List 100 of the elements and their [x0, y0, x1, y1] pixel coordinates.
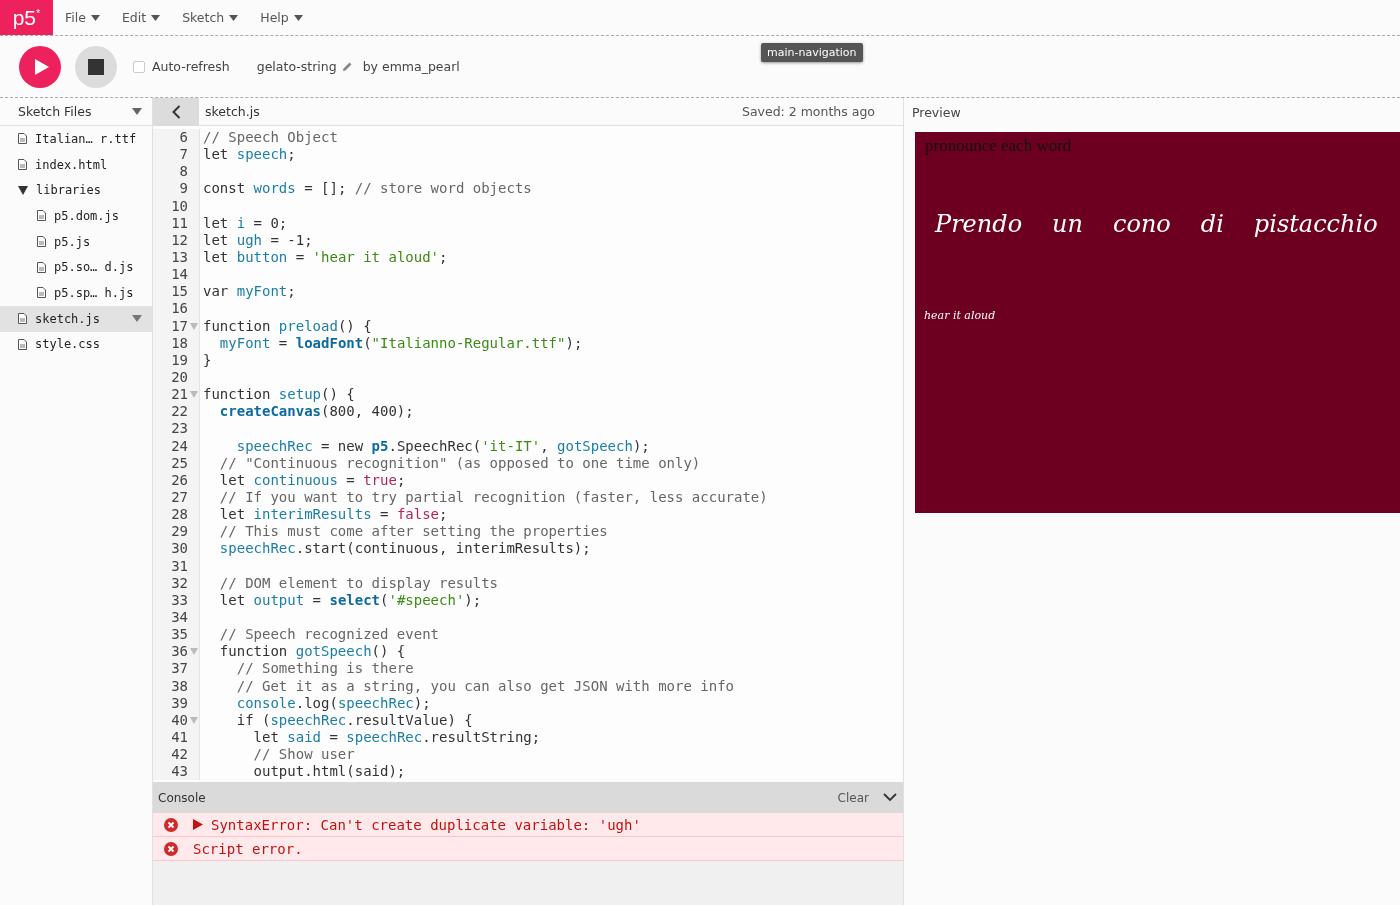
- line-number: 12: [171, 231, 188, 249]
- code-line: function setup() {: [203, 386, 355, 403]
- pencil-icon[interactable]: [341, 61, 353, 72]
- line-number: 39: [171, 694, 188, 712]
- stop-icon: [88, 58, 104, 75]
- line-number: 26: [171, 471, 188, 489]
- error-icon: [164, 841, 178, 856]
- sidebar-item[interactable]: libraries: [0, 177, 152, 204]
- line-number: 19: [171, 351, 188, 369]
- code-line: let output = select('#speech');: [218, 591, 482, 608]
- menu-item[interactable]: Edit: [121, 10, 161, 25]
- code-line: // "Continuous recognition" (as opposed to one time only): [218, 454, 701, 471]
- sidebar-item[interactable]: p5.js: [0, 228, 152, 255]
- file-icon: [37, 261, 46, 273]
- author-label: by emma_pearl: [362, 59, 460, 74]
- code-line: // Speech Object: [203, 129, 338, 145]
- menu-item[interactable]: File: [65, 10, 100, 25]
- code-line: // Get it as a string, you can also get JSON with more info: [235, 677, 734, 694]
- code-line: // Something is there: [235, 660, 414, 677]
- error-icon: [164, 817, 178, 832]
- fold-arrow-icon[interactable]: [189, 322, 198, 330]
- code-line: function preload() {: [203, 317, 372, 334]
- sidebar-item[interactable]: p5.so… d.js: [0, 254, 152, 281]
- line-number: 32: [171, 574, 188, 592]
- tooltip: main-navigation: [761, 43, 863, 62]
- sidebar-item[interactable]: index.html: [0, 151, 152, 178]
- line-number: 37: [171, 660, 188, 678]
- fold-arrow-icon[interactable]: [189, 391, 198, 399]
- file-name: sketch.js: [205, 104, 261, 119]
- code-line: output.html(said);: [252, 763, 406, 780]
- sidebar-item[interactable]: Italian… r.ttf: [0, 126, 152, 152]
- sidebar-item[interactable]: style.css: [0, 331, 152, 358]
- sidebar-item[interactable]: sketch.js: [0, 305, 152, 332]
- code-line: let said = speechRec.resultString;: [252, 728, 541, 745]
- code-line: function gotSpeech() {: [218, 643, 406, 660]
- code-line: console.log(speechRec);: [235, 694, 431, 711]
- caret-icon[interactable]: [132, 108, 142, 115]
- fold-arrow-icon[interactable]: [189, 648, 198, 656]
- code-line: let i = 0;: [203, 214, 288, 231]
- sidebar-item[interactable]: p5.dom.js: [0, 203, 152, 229]
- line-number: 15: [171, 283, 188, 301]
- line-number: 22: [171, 403, 188, 421]
- clear-button[interactable]: Clear: [837, 790, 869, 805]
- canvas-word: di: [1200, 210, 1224, 238]
- line-number: 38: [171, 677, 188, 695]
- code-line: // If you want to try partial recognition (faster, less accurate): [218, 488, 768, 505]
- caret-icon: [151, 14, 161, 21]
- fold-arrow-icon[interactable]: [189, 716, 198, 724]
- canvas-word: cono: [1113, 210, 1171, 238]
- checkbox-label[interactable]: Auto-refresh: [152, 59, 230, 74]
- line-number: 35: [171, 626, 188, 644]
- line-number: 43: [171, 763, 188, 781]
- canvas-word: Prendo: [935, 210, 1023, 238]
- play-button[interactable]: [19, 45, 61, 88]
- panel-title: Preview: [912, 104, 961, 120]
- code-line: const words = []; // store word objects: [203, 180, 532, 197]
- line-number: 9: [179, 180, 188, 198]
- line-number: 13: [171, 249, 188, 267]
- stop-button[interactable]: [75, 45, 117, 88]
- file-icon: [18, 338, 27, 350]
- line-number: 17: [171, 317, 188, 335]
- code-line: speechRec = new p5.SpeechRec('it-IT', gotSpeech);: [235, 437, 650, 454]
- play-icon: [33, 57, 50, 76]
- canvas-word: un: [1052, 210, 1083, 238]
- checkbox[interactable]: [133, 60, 145, 73]
- line-number: 14: [171, 266, 188, 284]
- code-line: myFont = loadFont("Italianno-Regular.ttf");: [218, 334, 583, 351]
- code-line: let interimResults = false;: [218, 506, 448, 523]
- line-number: 8: [179, 163, 188, 181]
- canvas-button[interactable]: hear it aloud: [924, 309, 996, 322]
- menu-item[interactable]: Sketch: [182, 10, 239, 25]
- sketch-name[interactable]: gelato-string: [256, 59, 337, 74]
- line-number: 34: [171, 608, 188, 627]
- line-number: 29: [171, 523, 188, 541]
- line-number: 7: [179, 146, 188, 164]
- console-message: Script error.: [193, 840, 303, 857]
- line-number: 28: [171, 506, 188, 524]
- code-line: speechRec.start(continuous, interimResults);: [218, 540, 591, 557]
- caret-icon[interactable]: [132, 314, 142, 322]
- line-number: 24: [171, 437, 188, 455]
- line-number: 20: [171, 368, 188, 387]
- line-number: 10: [171, 197, 188, 215]
- sidebar-item[interactable]: p5.sp… h.js: [0, 280, 152, 306]
- line-number: 25: [171, 454, 188, 472]
- line-number: 16: [171, 300, 188, 318]
- code-line: // Show user: [252, 746, 355, 763]
- file-icon: [37, 210, 46, 222]
- code-line: }: [203, 351, 212, 368]
- p5-logo[interactable]: p5$^{*}$: [0, 0, 53, 35]
- line-number: 36: [171, 643, 188, 661]
- collapse-button[interactable]: [153, 97, 199, 126]
- line-number: 6: [179, 129, 188, 147]
- line-number: 31: [171, 557, 188, 575]
- line-number: 42: [171, 746, 188, 764]
- panel-title: Sketch Files: [18, 104, 92, 119]
- expand-triangle-icon[interactable]: [193, 819, 203, 830]
- chevron-down-icon[interactable]: [883, 793, 897, 802]
- menu-item[interactable]: Help: [260, 10, 303, 25]
- code-line: let button = 'hear it aloud';: [203, 249, 448, 265]
- line-number: 23: [171, 420, 188, 438]
